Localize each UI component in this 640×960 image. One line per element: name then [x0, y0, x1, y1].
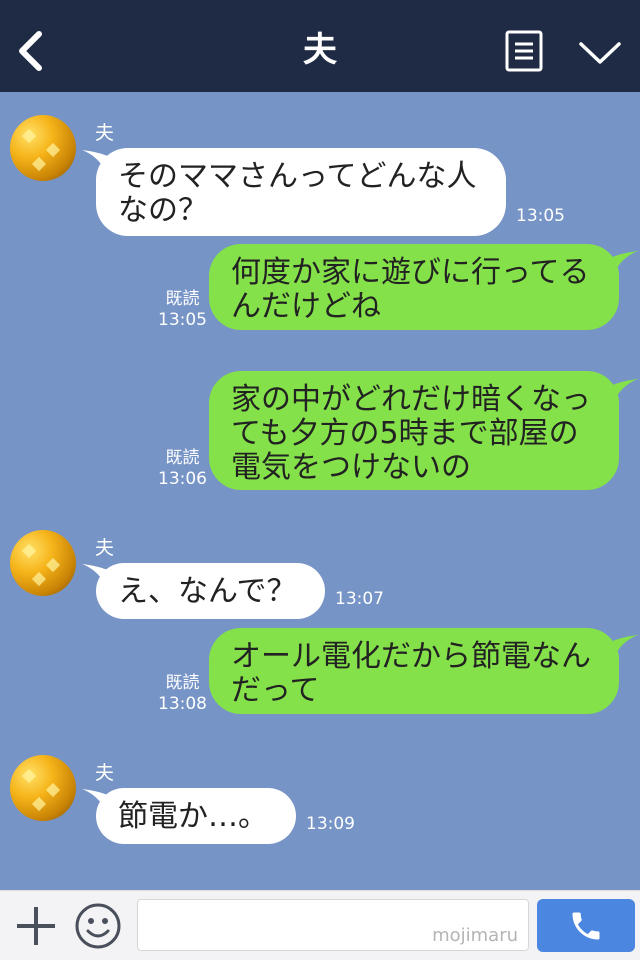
bubble-tail	[608, 379, 638, 401]
phone-icon	[572, 912, 600, 939]
message-time: 13:09	[306, 814, 355, 834]
avatar[interactable]	[10, 755, 76, 821]
plus-icon	[17, 907, 55, 945]
add-button[interactable]	[14, 904, 58, 948]
message-bubble[interactable]: 家の中がどれだけ暗くなっても夕方の5時まで部屋の電気をつけないの	[209, 371, 619, 490]
message-text: そのママさんってどんな人なの？	[118, 159, 477, 228]
read-status: 既読 13:08	[158, 673, 207, 715]
emoji-button[interactable]	[74, 902, 122, 950]
read-status: 既読 13:05	[158, 289, 207, 331]
bubble-tail	[608, 251, 638, 273]
chat-title: 夫	[303, 30, 337, 70]
chat-area[interactable]: 夫 そのママさんってどんな人なの？ 13:05 既読 13:05 何度か家に遊び…	[0, 92, 640, 890]
message-input[interactable]: mojimaru	[137, 899, 529, 951]
message-text: 節電か…。	[118, 799, 268, 834]
read-label: 既読	[165, 673, 200, 693]
message-bubble[interactable]: 節電か…。	[96, 788, 296, 844]
sender-name: 夫	[95, 122, 115, 144]
smiley-icon	[75, 903, 121, 949]
list-icon	[505, 30, 543, 72]
message-time: 13:05	[516, 206, 565, 226]
sender-name: 夫	[95, 537, 115, 559]
chat-header: 夫	[0, 0, 640, 92]
message-text: え、なんで？	[118, 574, 297, 609]
message-text: 何度か家に遊びに行ってるんだけどね	[231, 255, 590, 324]
menu-button[interactable]	[505, 30, 543, 72]
read-label: 既読	[165, 289, 200, 309]
call-button[interactable]	[537, 899, 635, 952]
dropdown-button[interactable]	[578, 36, 622, 68]
avatar[interactable]	[10, 115, 76, 181]
message-time: 13:07	[335, 589, 384, 609]
watermark: mojimaru	[432, 925, 518, 946]
message-text: 家の中がどれだけ暗くなっても夕方の5時まで部屋の電気をつけないの	[231, 382, 591, 485]
chevron-down-icon	[579, 42, 621, 64]
message-time: 13:06	[158, 469, 207, 489]
read-status: 既読 13:06	[158, 448, 207, 490]
message-bubble[interactable]: そのママさんってどんな人なの？	[96, 148, 506, 236]
message-time: 13:08	[158, 694, 207, 714]
message-bubble[interactable]: 何度か家に遊びに行ってるんだけどね	[209, 244, 619, 330]
message-bubble[interactable]: え、なんで？	[96, 563, 325, 619]
input-bar: mojimaru	[0, 890, 640, 960]
sender-name: 夫	[95, 762, 115, 784]
message-bubble[interactable]: オール電化だから節電なんだって	[209, 628, 619, 714]
bubble-tail	[608, 635, 638, 657]
read-label: 既読	[165, 448, 200, 468]
message-text: オール電化だから節電なんだって	[231, 639, 591, 708]
message-time: 13:05	[158, 310, 207, 330]
avatar[interactable]	[10, 530, 76, 596]
